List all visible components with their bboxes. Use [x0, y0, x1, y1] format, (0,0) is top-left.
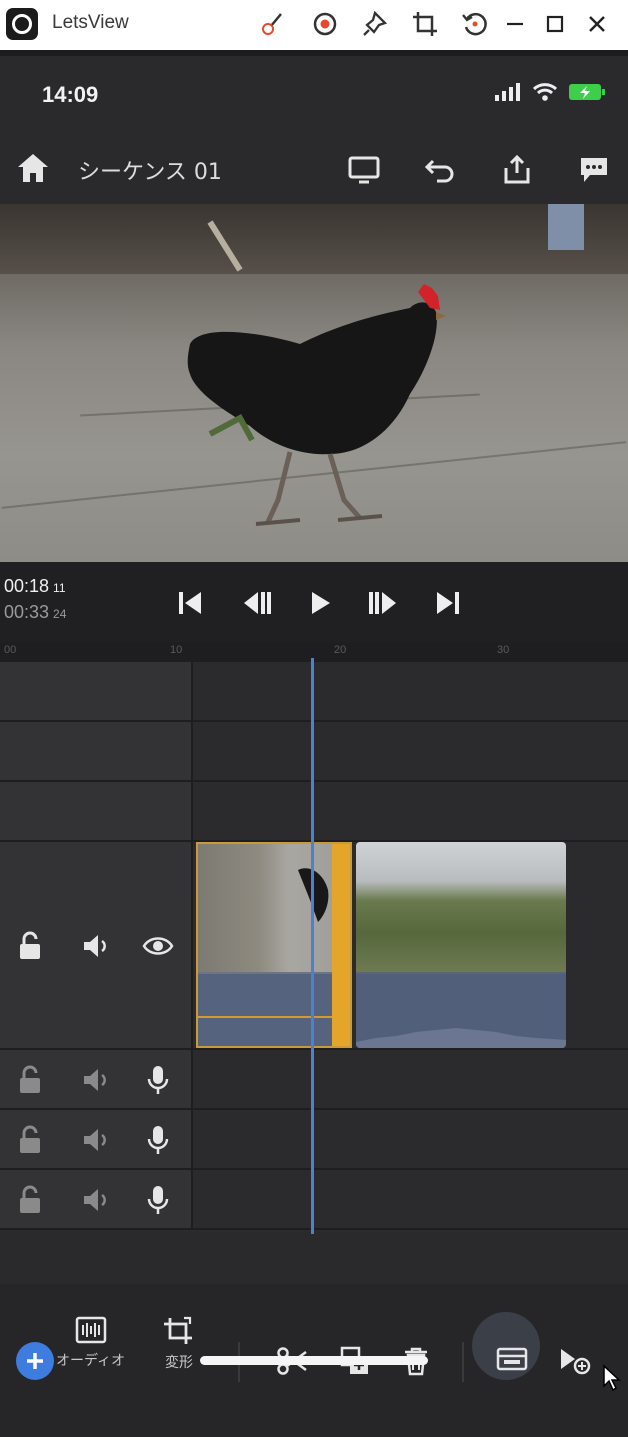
status-time: 14:09 [42, 82, 99, 107]
video-preview[interactable] [0, 204, 628, 562]
selected-video-clip[interactable] [196, 842, 352, 1048]
record-icon[interactable] [308, 6, 342, 42]
feedback-icon[interactable] [574, 150, 614, 190]
minimize-icon[interactable] [498, 6, 532, 42]
phone-screen: 14:09 シーケンス 01 00:18 11 00:33 24 00 10 2… [0, 56, 628, 1437]
audio-track[interactable] [0, 1170, 628, 1230]
window-title: LetsView [52, 12, 129, 33]
undo-icon[interactable] [420, 150, 460, 190]
pin-icon[interactable] [358, 6, 392, 42]
transform-label: 変形 [165, 1355, 193, 1371]
crop-icon[interactable] [408, 6, 442, 42]
audio-button[interactable]: オーディオ [56, 1316, 125, 1370]
app-bar: シーケンス 01 [0, 136, 628, 202]
status-bar: 14:09 [0, 56, 628, 134]
home-icon[interactable] [14, 150, 52, 190]
rotate-icon[interactable] [458, 6, 492, 42]
unlock-icon[interactable] [12, 1062, 48, 1098]
current-timecode: 00:18 11 [4, 576, 66, 596]
sequence-title[interactable]: シーケンス 01 [78, 154, 222, 186]
wifi-icon [532, 83, 558, 101]
volume-icon[interactable] [78, 1062, 114, 1098]
unlock-icon[interactable] [12, 928, 48, 964]
brush-icon[interactable] [256, 6, 290, 42]
ruler-tick: 10 [170, 644, 183, 656]
eye-icon[interactable] [140, 928, 176, 964]
insert-icon[interactable] [558, 1346, 592, 1376]
audio-track[interactable] [0, 1110, 628, 1170]
preview-icon[interactable] [344, 150, 384, 190]
unlock-icon[interactable] [12, 1122, 48, 1158]
skip-start-icon[interactable] [170, 586, 210, 620]
time-ruler[interactable]: 00 10 20 30 [0, 642, 628, 662]
transform-icon [164, 1316, 192, 1344]
skip-end-icon[interactable] [428, 586, 468, 620]
empty-track[interactable] [0, 722, 628, 782]
video-clip[interactable] [356, 842, 566, 1048]
chicken-image [187, 204, 584, 526]
play-icon[interactable] [300, 586, 340, 620]
mic-icon[interactable] [140, 1062, 176, 1098]
step-forward-icon[interactable] [364, 586, 404, 620]
battery-charging-icon [569, 84, 605, 100]
ruler-tick: 00 [4, 644, 17, 656]
transport-bar: 00:18 11 00:33 24 [0, 562, 628, 642]
ruler-tick: 20 [334, 644, 347, 656]
empty-track[interactable] [0, 782, 628, 842]
total-timecode: 00:33 24 [4, 602, 67, 622]
mic-icon[interactable] [140, 1182, 176, 1218]
letsview-logo [6, 8, 38, 40]
signal-icon [495, 83, 520, 101]
unlock-icon[interactable] [12, 1182, 48, 1218]
replace-icon[interactable] [496, 1346, 528, 1372]
audio-label: オーディオ [56, 1353, 126, 1369]
home-indicator[interactable] [200, 1356, 428, 1365]
window-titlebar: LetsView [0, 0, 628, 50]
mouse-cursor-icon [602, 1364, 622, 1396]
maximize-icon[interactable] [538, 6, 572, 42]
share-icon[interactable] [497, 150, 537, 190]
volume-icon[interactable] [78, 928, 114, 964]
volume-icon[interactable] [78, 1182, 114, 1218]
audio-track[interactable] [0, 1050, 628, 1110]
clip-trim-handle[interactable] [332, 844, 350, 1046]
step-back-icon[interactable] [236, 586, 276, 620]
add-media-button[interactable] [16, 1342, 54, 1380]
transform-button[interactable]: 変形 [162, 1316, 196, 1372]
volume-icon[interactable] [78, 1122, 114, 1158]
mic-icon[interactable] [140, 1122, 176, 1158]
audio-waveform-icon [75, 1316, 106, 1344]
close-icon[interactable] [580, 6, 614, 42]
empty-track[interactable] [0, 662, 628, 722]
ruler-tick: 30 [497, 644, 510, 656]
playhead[interactable] [311, 658, 314, 1234]
